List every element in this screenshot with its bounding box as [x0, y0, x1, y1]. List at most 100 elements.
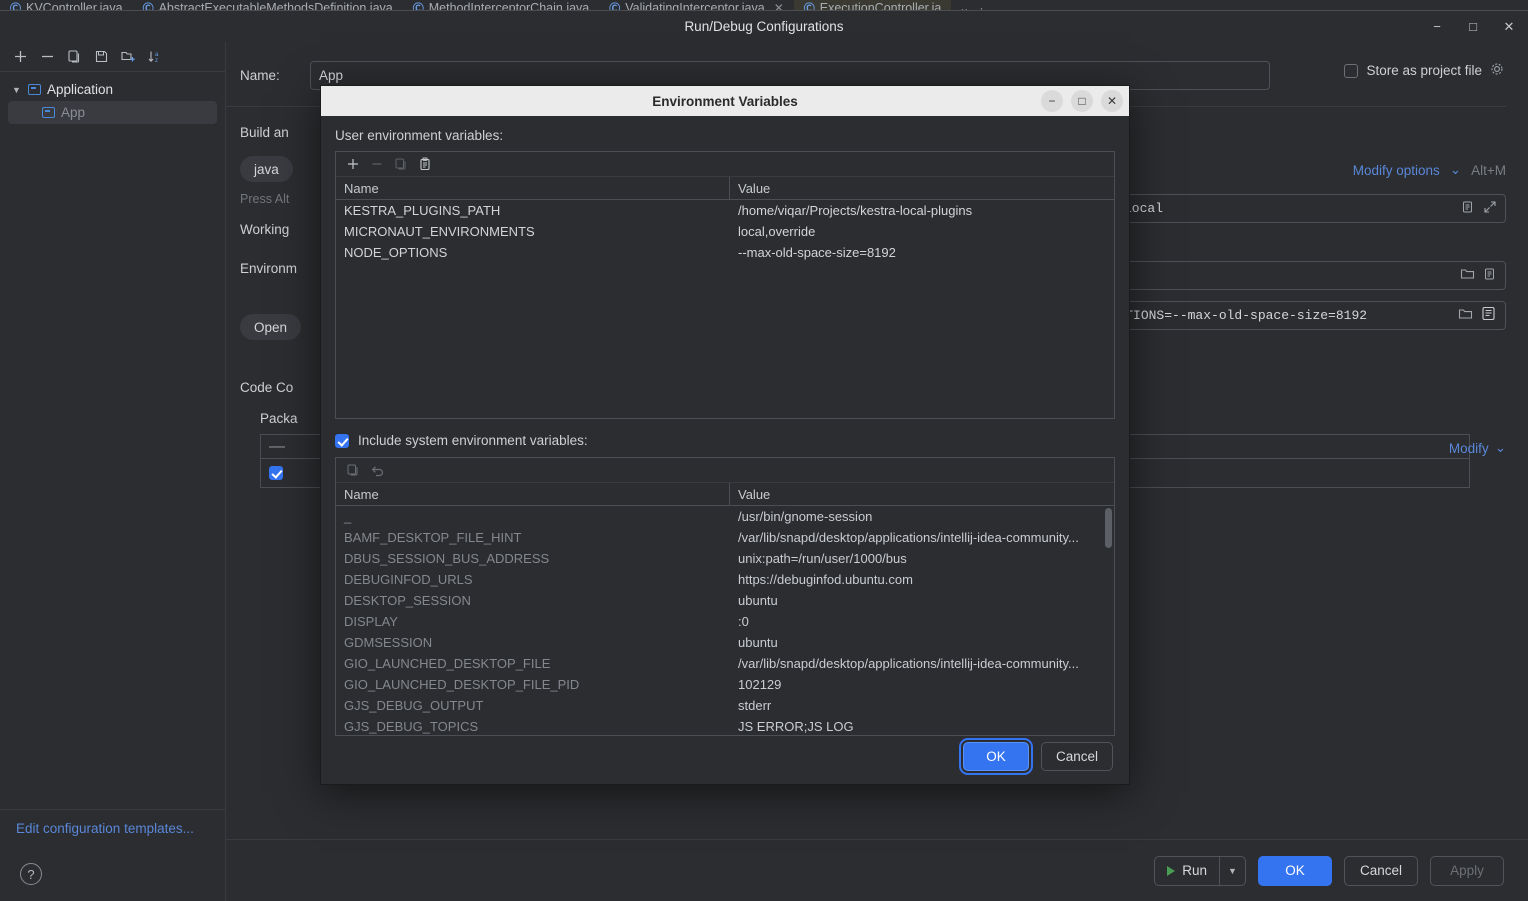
- copy-variable-button[interactable]: [390, 154, 412, 175]
- plus-icon[interactable]: [8, 45, 32, 69]
- include-system-variables-label: Include system environment variables:: [358, 433, 588, 448]
- remove-variable-button[interactable]: [366, 154, 388, 175]
- column-header-name[interactable]: Name: [336, 177, 730, 199]
- variable-name-cell: DISPLAY: [336, 614, 730, 629]
- vm-options-input[interactable]: rver local: [1076, 194, 1506, 223]
- undo-icon[interactable]: [366, 460, 388, 481]
- run-button-group[interactable]: Run ▼: [1154, 856, 1246, 886]
- variable-value-cell: /var/lib/snapd/desktop/applications/inte…: [730, 656, 1114, 671]
- minus-icon[interactable]: —: [269, 438, 285, 456]
- new-folder-icon[interactable]: [116, 45, 140, 69]
- maximize-icon[interactable]: □: [1462, 16, 1484, 38]
- store-as-project-file-checkbox[interactable]: [1344, 64, 1358, 78]
- run-dropdown-button[interactable]: ▼: [1219, 857, 1245, 885]
- application-icon: [42, 107, 55, 118]
- expand-editor-icon[interactable]: [1461, 200, 1475, 218]
- table-row[interactable]: NODE_OPTIONS--max-old-space-size=8192: [336, 242, 1114, 263]
- variable-value-cell: stderr: [730, 698, 1114, 713]
- copy-icon[interactable]: [62, 45, 86, 69]
- java-version-chip[interactable]: java: [240, 156, 293, 182]
- modify-options-row: Modify options ⌄ Alt+M: [1353, 162, 1506, 178]
- gear-icon[interactable]: [1490, 62, 1504, 79]
- variable-value-cell: ubuntu: [730, 593, 1114, 608]
- system-variables-table: Name Value _/usr/bin/gnome-sessionBAMF_D…: [335, 457, 1115, 736]
- variable-name-cell: NODE_OPTIONS: [336, 245, 730, 260]
- user-variables-rows[interactable]: KESTRA_PLUGINS_PATH/home/viqar/Projects/…: [336, 200, 1114, 418]
- minimize-icon[interactable]: −: [1041, 90, 1063, 112]
- table-row[interactable]: DISPLAY:0: [336, 611, 1114, 632]
- tree-item-label: Application: [47, 82, 113, 97]
- maximize-icon[interactable]: □: [1071, 90, 1093, 112]
- open-env-editor-icon[interactable]: [1481, 306, 1497, 325]
- open-button[interactable]: Open: [240, 314, 301, 340]
- chevron-down-icon[interactable]: ⌄: [1495, 440, 1506, 456]
- variable-value-cell: JS ERROR;JS LOG: [730, 719, 1114, 734]
- sort-az-icon[interactable]: az: [143, 45, 167, 69]
- working-directory-input[interactable]: [1096, 261, 1506, 290]
- minimize-icon[interactable]: −: [1426, 16, 1448, 38]
- close-icon[interactable]: ✕: [1101, 90, 1123, 112]
- environment-variables-body: User environment variables: Name Value: [321, 116, 1129, 728]
- save-icon[interactable]: [89, 45, 113, 69]
- paste-variable-button[interactable]: [414, 154, 436, 175]
- table-row[interactable]: DEBUGINFOD_URLShttps://debuginfod.ubuntu…: [336, 569, 1114, 590]
- table-row[interactable]: BAMF_DESKTOP_FILE_HINT/var/lib/snapd/des…: [336, 527, 1114, 548]
- modify-options-link[interactable]: Modify options: [1353, 163, 1440, 178]
- include-system-variables-checkbox[interactable]: [335, 434, 349, 448]
- table-row[interactable]: GIO_LAUNCHED_DESKTOP_FILE/var/lib/snapd/…: [336, 653, 1114, 674]
- expand-editor-icon[interactable]: [1483, 267, 1497, 284]
- run-debug-title: Run/Debug Configurations: [684, 19, 843, 34]
- edit-templates-bar: Edit configuration templates...: [0, 809, 225, 847]
- cancel-button[interactable]: Cancel: [1344, 856, 1418, 886]
- column-header-value[interactable]: Value: [730, 181, 1114, 196]
- tree-item-application[interactable]: ▼ Application: [0, 78, 225, 101]
- column-header-name[interactable]: Name: [336, 483, 730, 505]
- folder-icon[interactable]: [1460, 267, 1475, 284]
- column-header-value[interactable]: Value: [730, 487, 1114, 502]
- configurations-sidebar: az ▼ Application App Edit configuration …: [0, 42, 226, 901]
- table-row[interactable]: KESTRA_PLUGINS_PATH/home/viqar/Projects/…: [336, 200, 1114, 221]
- table-row[interactable]: DBUS_SESSION_BUS_ADDRESSunix:path=/run/u…: [336, 548, 1114, 569]
- variable-name-cell: GIO_LAUNCHED_DESKTOP_FILE: [336, 656, 730, 671]
- system-variables-scrollbar[interactable]: [1105, 508, 1112, 548]
- coverage-row-checkbox[interactable]: [269, 466, 283, 480]
- minus-icon[interactable]: [35, 45, 59, 69]
- variable-value-cell: --max-old-space-size=8192: [730, 245, 1114, 260]
- copy-system-variable-button[interactable]: [342, 460, 364, 481]
- sidebar-toolbar: az: [0, 42, 225, 72]
- table-row[interactable]: DESKTOP_SESSIONubuntu: [336, 590, 1114, 611]
- run-debug-footer: Run ▼ OK Cancel Apply: [226, 839, 1528, 901]
- folder-icon[interactable]: [1458, 307, 1473, 325]
- table-row[interactable]: GJS_DEBUG_OUTPUTstderr: [336, 695, 1114, 716]
- modify-link[interactable]: Modify: [1449, 441, 1489, 456]
- help-icon[interactable]: ?: [20, 863, 42, 885]
- env-ok-button[interactable]: OK: [963, 742, 1029, 771]
- system-variables-rows[interactable]: _/usr/bin/gnome-sessionBAMF_DESKTOP_FILE…: [336, 506, 1114, 735]
- tree-item-app[interactable]: App: [8, 101, 217, 124]
- ok-button[interactable]: OK: [1258, 856, 1332, 886]
- configurations-tree[interactable]: ▼ Application App: [0, 72, 225, 809]
- chevron-down-icon[interactable]: ⌄: [1450, 162, 1461, 178]
- environment-variables-dialog: Environment Variables − □ ✕ User environ…: [320, 85, 1130, 785]
- add-variable-button[interactable]: [342, 154, 364, 175]
- edit-configuration-templates-link[interactable]: Edit configuration templates...: [16, 821, 194, 836]
- run-button[interactable]: Run: [1155, 857, 1219, 885]
- store-as-project-file-option[interactable]: Store as project file: [1344, 62, 1504, 79]
- chevron-down-icon[interactable]: ▼: [12, 85, 22, 95]
- tree-item-label: App: [61, 105, 85, 120]
- variable-name-cell: GJS_DEBUG_OUTPUT: [336, 698, 730, 713]
- env-cancel-button[interactable]: Cancel: [1041, 742, 1113, 771]
- expand-arrows-icon[interactable]: [1483, 200, 1497, 218]
- close-icon[interactable]: ✕: [1498, 16, 1520, 38]
- variable-value-cell: local,override: [730, 224, 1114, 239]
- table-row[interactable]: GJS_DEBUG_TOPICSJS ERROR;JS LOG: [336, 716, 1114, 735]
- table-row[interactable]: GIO_LAUNCHED_DESKTOP_FILE_PID102129: [336, 674, 1114, 695]
- help-bar: ?: [0, 847, 225, 901]
- table-row[interactable]: GDMSESSIONubuntu: [336, 632, 1114, 653]
- table-row[interactable]: MICRONAUT_ENVIRONMENTSlocal,override: [336, 221, 1114, 242]
- include-system-variables-option[interactable]: Include system environment variables:: [335, 433, 1115, 448]
- variable-value-cell: :0: [730, 614, 1114, 629]
- table-row[interactable]: _/usr/bin/gnome-session: [336, 506, 1114, 527]
- working-directory-label: Working: [240, 222, 289, 237]
- apply-button[interactable]: Apply: [1430, 856, 1504, 886]
